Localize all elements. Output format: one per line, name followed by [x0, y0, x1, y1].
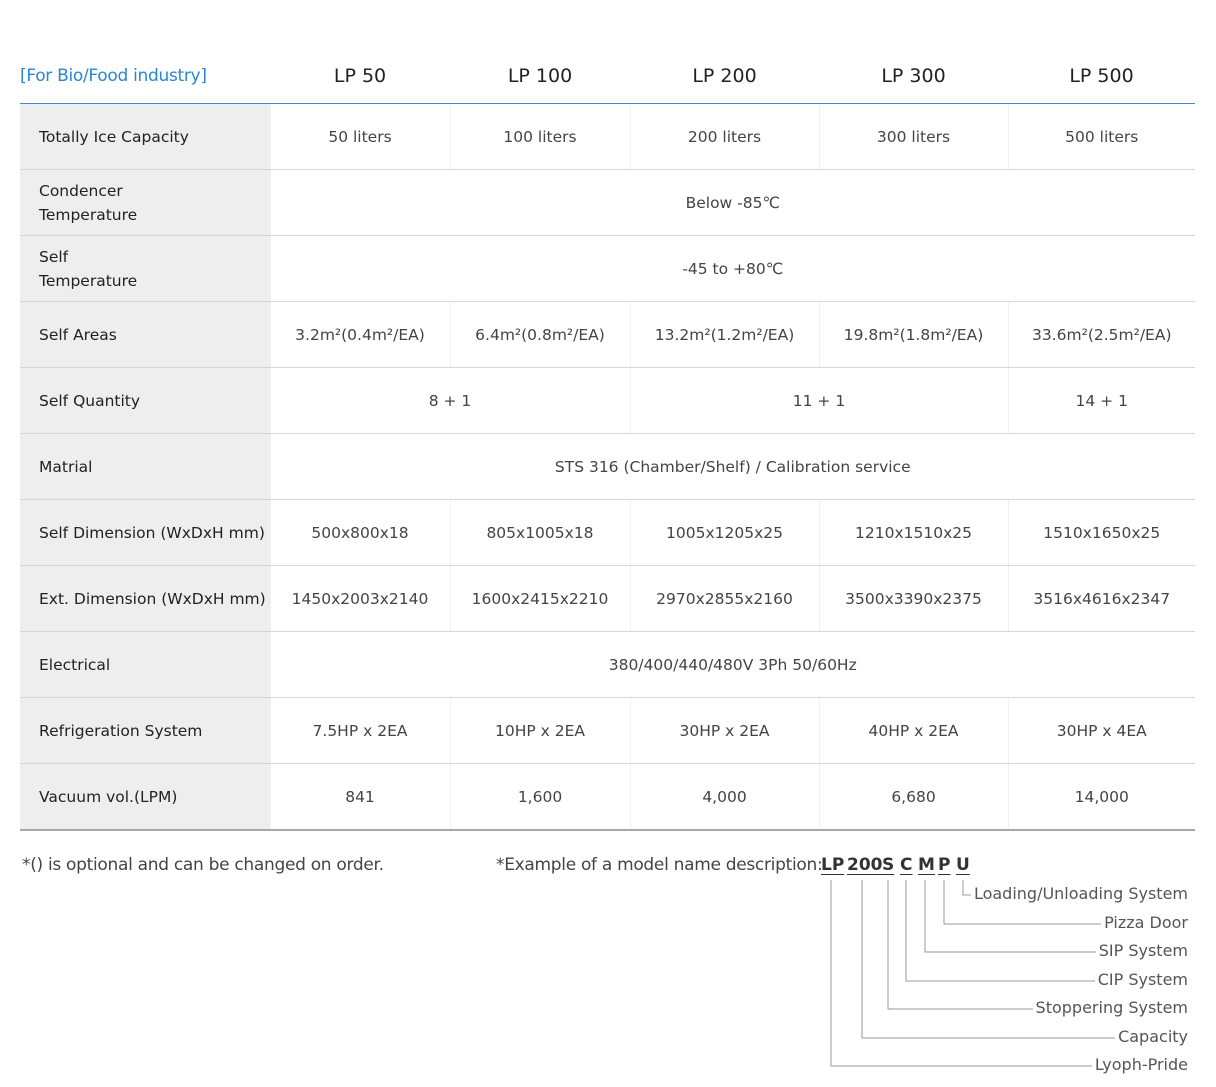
model-code-c: C: [900, 855, 913, 875]
model-code-m: M: [918, 855, 935, 875]
legend-sip-system: SIP System: [1095, 941, 1188, 960]
legend-pizza-door: Pizza Door: [1101, 913, 1188, 932]
model-code-p: P: [938, 855, 951, 875]
model-code-u: U: [956, 855, 970, 875]
legend-capacity: Capacity: [1115, 1027, 1188, 1046]
legend-lyoph-pride: Lyoph-Pride: [1091, 1055, 1188, 1074]
model-code-capacity: 200: [847, 855, 883, 875]
legend-loading-unloading: Loading/Unloading System: [970, 884, 1188, 903]
model-code-lp: LP: [821, 855, 845, 875]
model-code-leader-lines: [830, 880, 1120, 1067]
legend-stoppering-system: Stoppering System: [1032, 998, 1188, 1017]
model-code-s: S: [882, 855, 895, 875]
legend-cip-system: CIP System: [1094, 970, 1188, 989]
